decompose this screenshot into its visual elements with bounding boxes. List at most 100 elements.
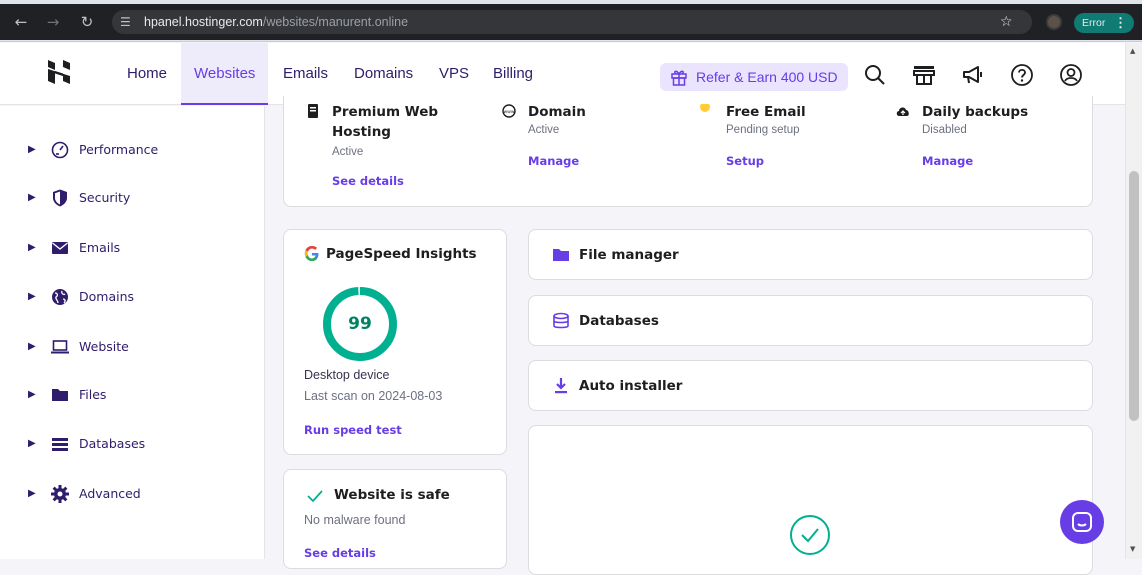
database-list-icon (52, 438, 68, 451)
caret-right-icon: ▶ (28, 488, 36, 499)
bookmark-star-icon[interactable]: ☆ (1000, 13, 1013, 31)
caret-right-icon: ▶ (28, 341, 36, 352)
server-icon (308, 104, 318, 118)
caret-right-icon: ▶ (28, 192, 36, 203)
pagespeed-title: PageSpeed Insights (326, 246, 477, 262)
database-icon (553, 312, 569, 329)
tool-label: Databases (579, 313, 659, 329)
svg-text:www: www (503, 110, 514, 115)
browser-error-button[interactable]: Error ⋮ (1074, 13, 1134, 33)
sidebar-item-label: Security (79, 190, 131, 205)
refer-label: Refer & Earn 400 USD (696, 69, 838, 85)
forward-arrow-icon[interactable]: → (44, 13, 62, 31)
reload-icon[interactable]: ↻ (78, 13, 96, 31)
feature-status: Pending setup (726, 124, 800, 136)
status-card (528, 425, 1093, 575)
file-manager-card[interactable]: File manager (528, 229, 1093, 280)
error-label: Error (1082, 17, 1106, 29)
scroll-down-arrow-icon[interactable]: ▼ (1130, 545, 1135, 553)
sidebar-item-label: Files (79, 387, 107, 402)
see-details-link[interactable]: See details (332, 174, 404, 188)
page-scrollbar[interactable]: ▲ ▼ (1125, 43, 1142, 559)
tool-label: File manager (579, 247, 679, 263)
feature-title: Premium Web (332, 104, 439, 120)
check-icon (307, 490, 323, 503)
caret-right-icon: ▶ (28, 389, 36, 400)
sidebar-item-emails[interactable]: ▶ Emails (28, 236, 248, 260)
url-text: hpanel.hostinger.com/websites/manurent.o… (144, 14, 408, 30)
sidebar-item-label: Databases (79, 436, 146, 451)
sidebar-item-databases[interactable]: ▶ Databases (28, 432, 248, 456)
shield-icon (53, 189, 67, 207)
cloud-upload-icon (896, 107, 909, 116)
auto-installer-card[interactable]: Auto installer (528, 360, 1093, 411)
sidebar-item-label: Emails (79, 240, 121, 255)
caret-right-icon: ▶ (28, 291, 36, 302)
databases-card[interactable]: Databases (528, 295, 1093, 346)
help-icon[interactable] (1009, 62, 1035, 88)
address-bar[interactable]: ☰ hpanel.hostinger.com/websites/manurent… (112, 10, 1032, 34)
refer-earn-button[interactable]: Refer & Earn 400 USD (660, 63, 848, 91)
pagespeed-card: PageSpeed Insights 99 Desktop device Las… (283, 229, 507, 455)
gift-icon (671, 70, 687, 86)
url-path: /websites/manurent.online (262, 15, 409, 29)
sidebar-item-advanced[interactable]: ▶ Advanced (28, 482, 248, 506)
feature-status: Active (332, 146, 364, 158)
search-icon[interactable] (862, 62, 888, 88)
sidebar-item-label: Advanced (79, 486, 141, 501)
feature-title: Free Email (726, 104, 806, 120)
pagespeed-last-scan: Last scan on 2024-08-03 (304, 389, 443, 403)
caret-right-icon: ▶ (28, 144, 36, 155)
menu-dots-icon: ⋮ (1114, 15, 1127, 30)
store-icon[interactable] (911, 62, 937, 88)
security-card: Website is safe No malware found See det… (283, 469, 507, 569)
sidebar-item-label: Domains (79, 289, 135, 304)
scroll-thumb[interactable] (1129, 171, 1139, 421)
nav-websites[interactable]: Websites (181, 43, 269, 105)
feature-title: Domain (528, 104, 586, 120)
performance-icon (51, 141, 69, 159)
back-arrow-icon[interactable]: ← (12, 13, 30, 31)
google-g-icon (304, 246, 319, 261)
nav-home[interactable]: Home (127, 43, 167, 105)
manage-backups-link[interactable]: Manage (922, 154, 973, 168)
feature-title-line2: Hosting (332, 124, 391, 140)
pagespeed-device: Desktop device (304, 368, 390, 382)
sidebar-item-label: Performance (79, 142, 159, 157)
laptop-icon (51, 340, 69, 354)
www-globe-icon: www (502, 104, 516, 118)
browser-chrome: ← → ↻ ☰ hpanel.hostinger.com/websites/ma… (0, 0, 1142, 42)
hostinger-logo[interactable] (47, 59, 71, 85)
folder-icon (52, 389, 68, 401)
feature-title: Daily backups (922, 104, 1029, 120)
site-settings-icon[interactable]: ☰ (120, 14, 136, 30)
setup-email-link[interactable]: Setup (726, 154, 764, 168)
scroll-up-arrow-icon[interactable]: ▲ (1130, 47, 1135, 55)
run-speed-test-link[interactable]: Run speed test (304, 423, 402, 437)
caret-right-icon: ▶ (28, 242, 36, 253)
browser-toolbar: ← → ↻ ☰ hpanel.hostinger.com/websites/ma… (0, 4, 1142, 40)
sidebar-item-domains[interactable]: ▶ Domains (28, 285, 248, 309)
sidebar-item-website[interactable]: ▶ Website (28, 335, 248, 359)
security-title: Website is safe (334, 487, 450, 503)
sidebar: ▶ Performance ▶ Security ▶ Emails ▶ Doma… (0, 106, 265, 559)
chat-button[interactable] (1060, 500, 1104, 544)
security-subtitle: No malware found (304, 513, 406, 527)
account-icon[interactable] (1058, 62, 1084, 88)
megaphone-icon[interactable] (960, 62, 986, 88)
gear-icon (51, 485, 69, 503)
security-see-details-link[interactable]: See details (304, 546, 376, 560)
sidebar-item-files[interactable]: ▶ Files (28, 383, 248, 407)
sidebar-item-label: Website (79, 339, 129, 354)
feature-status: Disabled (922, 124, 967, 136)
check-circle-icon (790, 515, 830, 555)
manage-domain-link[interactable]: Manage (528, 154, 579, 168)
pagespeed-score: 99 (348, 314, 372, 334)
caret-right-icon: ▶ (28, 438, 36, 449)
profile-avatar[interactable] (1046, 14, 1062, 30)
mail-icon (52, 242, 68, 254)
sidebar-item-security[interactable]: ▶ Security (28, 186, 248, 210)
folder-icon (553, 249, 569, 261)
plan-features-card: Premium Web Hosting Active See details w… (283, 96, 1093, 207)
sidebar-item-performance[interactable]: ▶ Performance (28, 138, 248, 162)
